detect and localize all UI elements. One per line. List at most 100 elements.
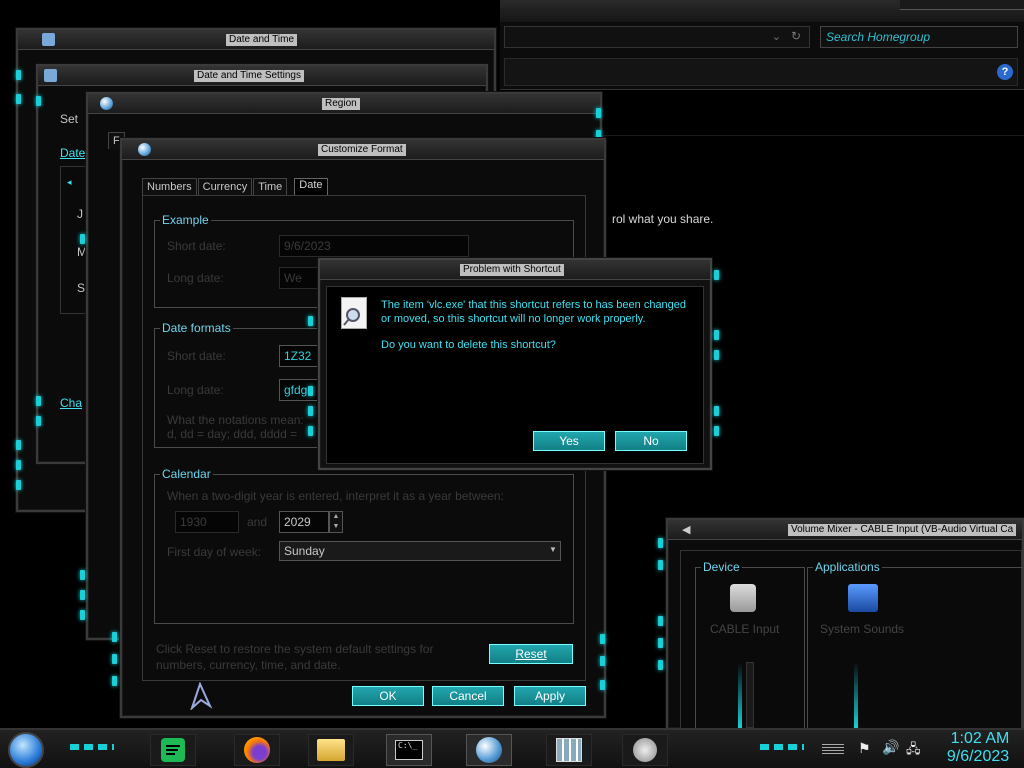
theme-logo-icon xyxy=(188,681,214,712)
customize-format-title: Customize Format xyxy=(318,144,406,156)
problem-dialog-titlebar[interactable]: Problem with Shortcut xyxy=(320,260,710,280)
spin-down-icon[interactable]: ▼ xyxy=(330,522,342,532)
speaker-icon xyxy=(633,738,657,762)
frame-accent xyxy=(714,350,719,360)
device-label: Device xyxy=(701,560,742,574)
explorer-corner-strip xyxy=(900,0,1024,10)
chevron-down-icon[interactable]: ⌄ xyxy=(772,30,781,43)
search-input[interactable]: Search Homegroup xyxy=(820,26,1018,48)
frame-accent xyxy=(80,610,85,620)
no-button[interactable]: No xyxy=(615,431,687,451)
tab-numbers[interactable]: Numbers xyxy=(142,178,197,195)
taskbar-volume-mixer[interactable] xyxy=(622,734,668,766)
problem-message-line2: or moved, so this shortcut will no longe… xyxy=(381,313,646,325)
apply-button[interactable]: Apply xyxy=(514,686,586,706)
problem-question: Do you want to delete this shortcut? xyxy=(381,339,556,351)
file-explorer-icon xyxy=(317,739,345,761)
frame-accent xyxy=(308,426,313,436)
frame-accent xyxy=(600,680,605,690)
customize-format-titlebar[interactable]: Customize Format xyxy=(122,140,604,160)
settings-date-link[interactable]: Date xyxy=(60,146,85,160)
taskbar-date-time[interactable] xyxy=(546,734,592,766)
example-short-date-value: 9/6/2023 xyxy=(279,235,469,257)
calendar-nav-icon[interactable]: ◂ xyxy=(67,177,72,188)
frame-accent xyxy=(714,406,719,416)
frame-accent xyxy=(16,480,21,490)
frame-accent xyxy=(658,638,663,648)
date-time-settings-app-icon xyxy=(44,69,57,82)
frame-accent xyxy=(596,108,601,118)
problem-dialog-body: The item 'vlc.exe' that this shortcut re… xyxy=(326,286,704,464)
show-hidden-icons[interactable] xyxy=(822,742,844,754)
region-titlebar[interactable]: Region xyxy=(88,94,600,114)
taskbar-accent-left xyxy=(70,744,114,750)
explorer-share-text: rol what you share. xyxy=(612,212,714,226)
frame-accent xyxy=(600,634,605,644)
volume-tray-icon[interactable]: 🔊 xyxy=(882,739,899,756)
spin-up-icon[interactable]: ▲ xyxy=(330,512,342,522)
year-spinner[interactable]: ▲ ▼ xyxy=(329,511,343,533)
cancel-button[interactable]: Cancel xyxy=(432,686,504,706)
first-day-select[interactable]: Sunday xyxy=(279,541,561,561)
help-icon[interactable]: ? xyxy=(997,64,1013,80)
date-formats-group-title: Date formats xyxy=(160,321,233,335)
frame-accent xyxy=(16,94,21,104)
reset-button[interactable]: Reset xyxy=(489,644,573,664)
example-long-date-label: Long date: xyxy=(167,271,224,285)
clock-date[interactable]: 9/6/2023 xyxy=(936,748,1020,766)
taskbar-command-prompt[interactable]: C:\_ xyxy=(386,734,432,766)
frame-accent xyxy=(80,590,85,600)
frame-accent xyxy=(658,560,663,570)
speaker-icon: ◀ xyxy=(682,524,691,536)
explorer-window: ⌄ ↻ Search Homegroup ? xyxy=(500,0,1024,90)
frame-accent xyxy=(714,426,719,436)
action-center-flag-icon[interactable]: ⚑ xyxy=(858,740,871,757)
network-tray-icon[interactable]: 🖧 xyxy=(906,740,921,762)
and-label: and xyxy=(247,515,268,529)
date-time-calendar-icon xyxy=(556,738,582,762)
calendar-letter: S xyxy=(77,281,86,295)
refresh-icon[interactable]: ↻ xyxy=(791,29,801,43)
mixer-body: Device CABLE Input Applications System S… xyxy=(680,550,1023,731)
frame-accent xyxy=(112,654,117,664)
yes-button[interactable]: Yes xyxy=(533,431,605,451)
calendar-group: Calendar When a two-digit year is entere… xyxy=(154,467,574,624)
tab-time[interactable]: Time xyxy=(253,178,288,195)
start-button[interactable] xyxy=(8,732,44,768)
taskbar-firefox[interactable] xyxy=(234,734,280,766)
frame-accent xyxy=(16,70,21,80)
date-time-titlebar[interactable]: Date and Time xyxy=(18,30,494,50)
taskbar-file-explorer[interactable] xyxy=(308,734,354,766)
applications-label: Applications xyxy=(813,560,882,574)
applications-group: Applications System Sounds xyxy=(807,560,1023,731)
system-sounds-icon[interactable] xyxy=(848,584,878,612)
frame-accent xyxy=(308,406,313,416)
device-speaker-icon[interactable] xyxy=(730,584,756,612)
ok-button[interactable]: OK xyxy=(352,686,424,706)
volume-mixer-title: Volume Mixer - CABLE Input (VB-Audio Vir… xyxy=(788,524,1017,536)
region-globe-icon xyxy=(476,737,502,763)
chevron-down-icon[interactable]: ▼ xyxy=(549,545,557,554)
app-name: System Sounds xyxy=(820,622,905,636)
change-calendar-link[interactable]: Cha xyxy=(60,396,82,410)
example-group-title: Example xyxy=(160,213,211,227)
frame-accent xyxy=(36,416,41,426)
problem-dialog-title: Problem with Shortcut xyxy=(460,264,564,276)
address-bar[interactable]: ⌄ ↻ xyxy=(504,26,810,48)
date-time-settings-titlebar[interactable]: Date and Time Settings xyxy=(38,66,486,86)
toolbar-strip: ? xyxy=(504,58,1018,86)
taskbar-spotify[interactable] xyxy=(150,734,196,766)
volume-mixer-titlebar[interactable]: ◀ Volume Mixer - CABLE Input (VB-Audio V… xyxy=(668,520,1022,540)
device-volume-slider[interactable] xyxy=(746,662,754,728)
taskbar-region[interactable] xyxy=(466,734,512,766)
two-digit-year-text: When a two-digit year is entered, interp… xyxy=(167,489,504,503)
tab-currency[interactable]: Currency xyxy=(197,178,253,195)
tab-date[interactable]: Date xyxy=(294,178,328,195)
frame-accent xyxy=(16,440,21,450)
frame-accent xyxy=(308,386,313,396)
frame-accent xyxy=(600,656,605,666)
settings-left-label: Set xyxy=(60,112,79,126)
year-to-input[interactable]: 2029 xyxy=(279,511,329,533)
clock-time[interactable]: 1:02 AM xyxy=(940,730,1020,748)
volume-mixer-window: ◀ Volume Mixer - CABLE Input (VB-Audio V… xyxy=(658,518,1024,731)
